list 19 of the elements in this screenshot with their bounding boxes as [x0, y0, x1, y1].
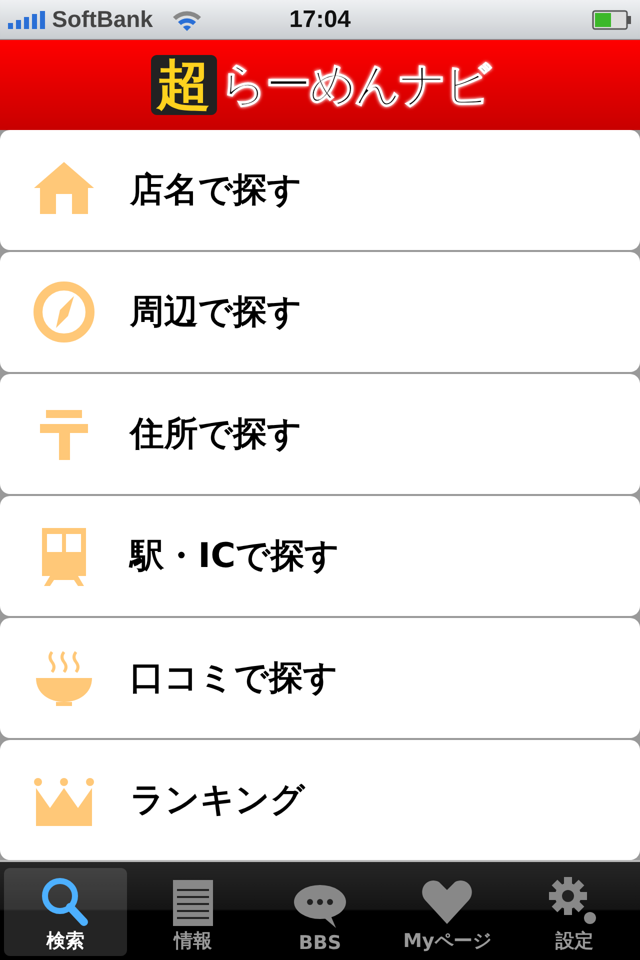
battery-icon — [592, 10, 632, 30]
logo-mark: 超 — [150, 55, 216, 115]
tab[interactable]: 検索 — [4, 868, 128, 956]
compass-icon — [32, 280, 96, 344]
carrier-name: SoftBank — [52, 6, 153, 33]
signal-icon — [8, 10, 48, 28]
menu-item[interactable]: ランキング — [0, 740, 640, 860]
clock-time: 17:04 — [288, 6, 352, 34]
wifi-icon — [170, 8, 203, 30]
tab[interactable]: BBS — [258, 868, 382, 956]
menu-item[interactable]: 駅・ICで探す — [0, 496, 640, 616]
tab[interactable]: 設定 — [512, 868, 636, 956]
menu-item[interactable]: 住所で探す — [0, 374, 640, 494]
tab[interactable]: Myページ — [386, 868, 509, 956]
tab[interactable]: 情報 — [131, 868, 254, 956]
menu-item[interactable]: 周辺で探す — [0, 252, 640, 372]
logo-text: らーめんナビ — [220, 56, 490, 113]
menu-item[interactable]: 店名で探す — [0, 130, 640, 250]
menu-item[interactable]: 口コミで探す — [0, 618, 640, 738]
